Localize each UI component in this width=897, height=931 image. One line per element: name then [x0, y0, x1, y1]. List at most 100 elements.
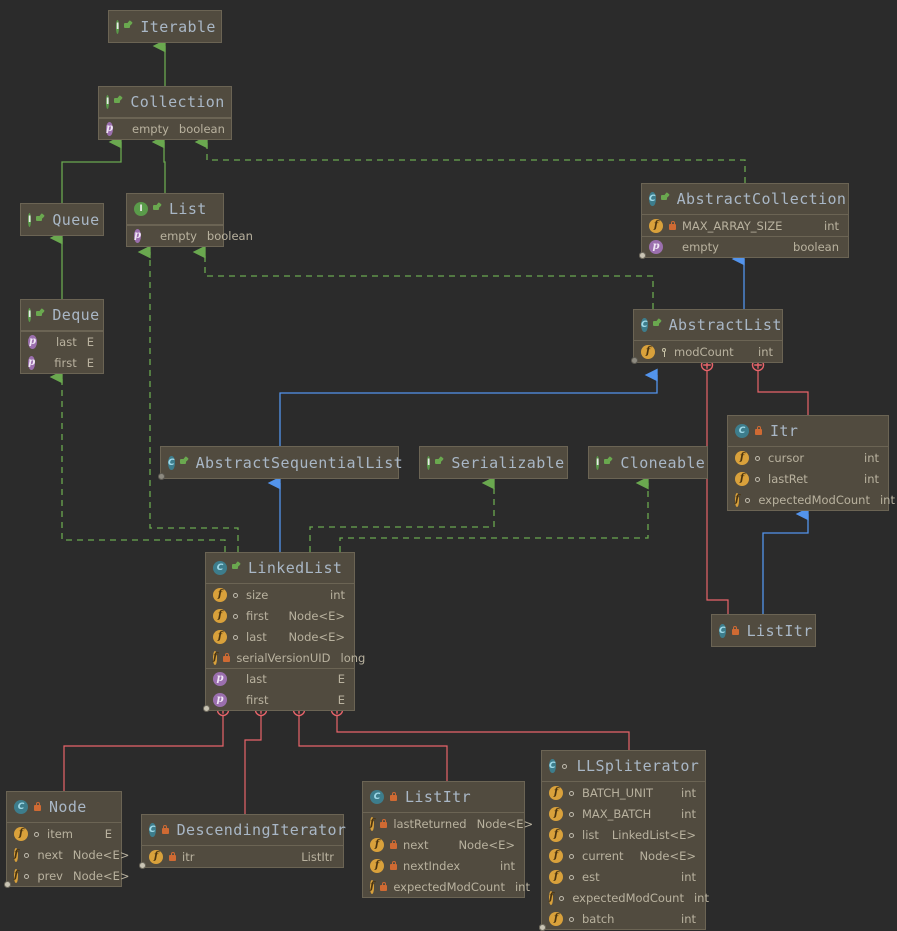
- member-row[interactable]: f last Node<E>: [206, 626, 354, 647]
- member-row[interactable]: f nextIndex int: [363, 855, 524, 876]
- class-node-header[interactable]: C ListItr: [363, 782, 524, 813]
- class-node-listitr[interactable]: C ListItr f lastReturned Node<E> f next Node<E>…: [362, 781, 533, 898]
- member-row[interactable]: f lastRet int: [728, 468, 888, 489]
- class-node-header[interactable]: C AbstractSequentialList: [161, 447, 403, 478]
- member-row[interactable]: f first Node<E>: [206, 605, 354, 626]
- class-name-label: List: [169, 200, 207, 218]
- member-type-label: LinkedList<E>: [611, 827, 696, 842]
- private-lock-icon: [730, 624, 740, 638]
- member-list: p empty boolean: [99, 118, 231, 139]
- class-node-header[interactable]: I Queue: [21, 204, 103, 235]
- member-name-label: modCount: [674, 344, 734, 359]
- public-icon: [35, 308, 45, 322]
- class-node-header[interactable]: C LLSpliterator: [542, 751, 705, 782]
- class-node-header[interactable]: I Cloneable: [589, 447, 707, 478]
- member-name-label: expectedModCount: [758, 492, 870, 507]
- class-node-header[interactable]: I Deque: [21, 300, 103, 331]
- member-row[interactable]: p empty boolean: [99, 118, 231, 139]
- class-name-label: AbstractSequentialList: [195, 453, 404, 472]
- class-node-serializable[interactable]: I Serializable: [419, 446, 568, 479]
- member-name-label: last: [246, 629, 267, 644]
- private-lock-icon: [221, 651, 231, 665]
- member-row[interactable]: f MAX_ARRAY_SIZE int: [642, 215, 848, 236]
- class-node-header[interactable]: C DescendingIterator: [142, 815, 346, 846]
- member-row[interactable]: f est int: [542, 866, 705, 887]
- member-row[interactable]: f item E: [7, 823, 121, 844]
- class-name-label: Iterable: [140, 17, 216, 36]
- member-type-label: boolean: [206, 229, 253, 243]
- member-row[interactable]: p last E: [206, 668, 354, 689]
- member-row[interactable]: p first E: [21, 352, 103, 373]
- static-class-icon: C: [549, 759, 556, 773]
- class-node-list[interactable]: I List p empty boolean: [126, 193, 253, 247]
- class-node-itr[interactable]: C Itr f cursor int f lastRet int f expectedModCou…: [727, 415, 895, 511]
- member-row[interactable]: f cursor int: [728, 447, 888, 468]
- member-type-label: int: [330, 587, 345, 602]
- class-node-header[interactable]: I Collection: [99, 87, 231, 118]
- member-row[interactable]: f MAX_BATCH int: [542, 803, 705, 824]
- member-row[interactable]: f serialVersionUID long: [206, 647, 365, 668]
- member-row[interactable]: f lastReturned Node<E>: [363, 813, 533, 834]
- class-node-collection[interactable]: I Collection p empty boolean: [98, 86, 232, 140]
- class-node-deque[interactable]: I Deque p last Ep first E: [20, 299, 104, 374]
- field-icon: f: [549, 848, 563, 863]
- class-node-header[interactable]: I Serializable: [420, 447, 567, 478]
- class-node-header[interactable]: I List: [127, 194, 223, 225]
- member-name-label: BATCH_UNIT: [582, 785, 654, 800]
- member-row[interactable]: p empty boolean: [642, 236, 848, 257]
- member-row[interactable]: f itr ListItr: [142, 846, 343, 867]
- member-row[interactable]: f prev Node<E>: [7, 865, 130, 886]
- member-row[interactable]: f expectedModCount int: [363, 876, 530, 897]
- member-row[interactable]: p last E: [21, 331, 103, 352]
- edge-abstractsequentiallist-abstractlist: [279, 368, 658, 446]
- member-row[interactable]: f next Node<E>: [363, 834, 524, 855]
- class-node-header[interactable]: C AbstractCollection: [642, 184, 848, 215]
- class-node-cloneable[interactable]: I Cloneable: [588, 446, 708, 479]
- package-private-icon: [753, 451, 763, 465]
- member-row[interactable]: f size int: [206, 584, 354, 605]
- class-node-abstractsequentiallist[interactable]: C AbstractSequentialList: [160, 446, 403, 479]
- member-row[interactable]: f next Node<E>: [7, 844, 129, 865]
- class-node-abstractlist[interactable]: C AbstractList f modCount int: [633, 309, 783, 363]
- class-name-label: LinkedList: [248, 559, 343, 577]
- member-row[interactable]: p first E: [206, 689, 354, 710]
- member-name-label: lastReturned: [393, 816, 467, 831]
- class-node-llspliterator[interactable]: C LLSpliterator f BATCH_UNIT int f MAX_BATCH in…: [541, 750, 709, 930]
- private-lock-icon: [378, 817, 388, 831]
- diagram-canvas[interactable]: I Iterable I Collection p empty boolean I Queue I…: [0, 0, 897, 930]
- private-lock-icon: [32, 800, 42, 814]
- class-node-header[interactable]: C Itr: [728, 416, 888, 447]
- member-row[interactable]: f modCount int: [634, 341, 782, 362]
- member-row[interactable]: f list LinkedList<E>: [542, 824, 705, 845]
- class-node-linkedlist[interactable]: C LinkedList f size int f first Node<E> f last Nod…: [205, 552, 365, 711]
- class-node-header[interactable]: C ListItr: [712, 615, 815, 646]
- class-node-header[interactable]: I Iterable: [109, 11, 221, 42]
- private-lock-icon: [160, 823, 170, 837]
- class-node-node[interactable]: C Node f item Ef next Node<E> f prev Node<E>: [6, 791, 130, 887]
- member-type-label: E: [86, 335, 94, 349]
- member-row[interactable]: p empty boolean: [127, 225, 253, 246]
- class-node-header[interactable]: C LinkedList: [206, 553, 354, 584]
- class-node-listitr-inner[interactable]: C ListItr: [711, 614, 816, 647]
- member-row[interactable]: f batch int: [542, 908, 705, 929]
- member-row[interactable]: f expectedModCount int: [542, 887, 709, 908]
- field-icon: f: [549, 911, 563, 926]
- member-row[interactable]: f BATCH_UNIT int: [542, 782, 705, 803]
- member-list: f item Ef next Node<E> f prev Node<E>: [7, 823, 130, 886]
- member-row[interactable]: f current Node<E>: [542, 845, 705, 866]
- public-icon: [113, 95, 123, 109]
- class-node-descendingiterator[interactable]: C DescendingIterator f itr ListItr: [141, 814, 346, 868]
- member-list: f itr ListItr: [142, 846, 343, 867]
- member-name-label: expectedModCount: [572, 890, 684, 905]
- static-class-icon: C: [14, 800, 28, 814]
- member-name-label: empty: [682, 240, 719, 254]
- class-node-header[interactable]: C AbstractList: [634, 310, 782, 341]
- member-row[interactable]: f expectedModCount int: [728, 489, 895, 510]
- member-modifier-icon: [145, 229, 155, 243]
- field-icon: f: [735, 450, 749, 465]
- class-node-abstractcollection[interactable]: C AbstractCollection f MAX_ARRAY_SIZE int p em…: [641, 183, 849, 258]
- class-node-iterable[interactable]: I Iterable: [108, 10, 222, 43]
- class-node-header[interactable]: C Node: [7, 792, 121, 823]
- class-node-queue[interactable]: I Queue: [20, 203, 104, 236]
- package-private-icon: [567, 870, 577, 884]
